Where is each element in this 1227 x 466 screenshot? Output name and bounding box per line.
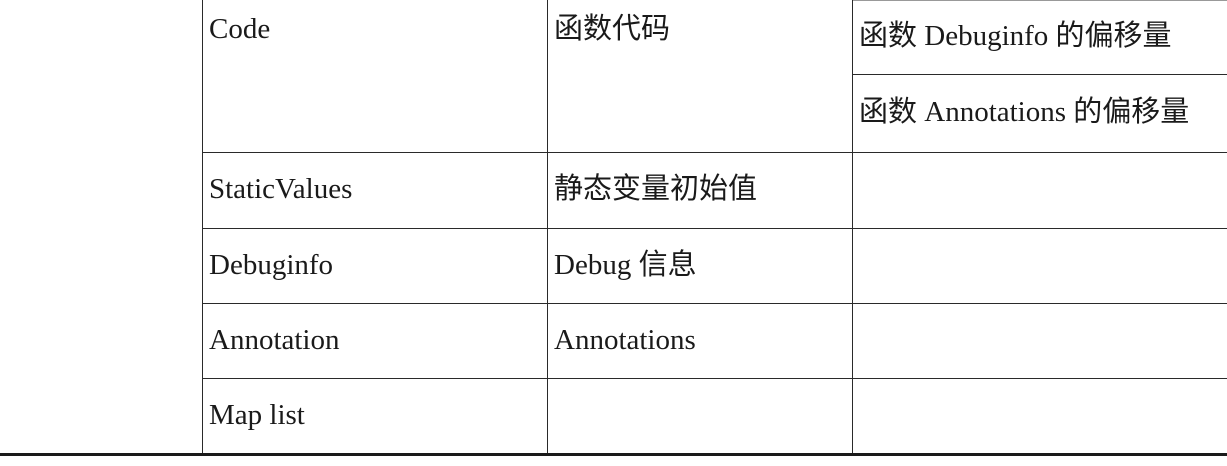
table-row: Code 函数代码 函数 Debuginfo 的偏移量	[202, 0, 1227, 153]
table-row: Debuginfo Debug 信息	[202, 227, 1227, 304]
row-extra-cell: 函数 Debuginfo 的偏移量	[852, 0, 1227, 75]
row-extra-cell: 函数 Annotations 的偏移量	[852, 73, 1227, 153]
table-row: Annotation Annotations	[202, 302, 1227, 379]
row-extra-cell	[852, 377, 1227, 454]
document-page: Code 函数代码 函数 Debuginfo 的偏移量 函数 Annotatio…	[0, 0, 1227, 466]
row-name-cell: StaticValues	[202, 151, 548, 229]
row-desc-cell: Annotations	[547, 302, 853, 379]
row-name-cell: Code	[202, 0, 548, 153]
table-row: StaticValues 静态变量初始值	[202, 151, 1227, 229]
row-desc-cell: 函数代码	[547, 0, 853, 153]
row-name-cell: Annotation	[202, 302, 548, 379]
row-desc-cell: 静态变量初始值	[547, 151, 853, 229]
row-desc-cell: Debug 信息	[547, 227, 853, 304]
row-name-cell: Debuginfo	[202, 227, 548, 304]
row-extra-cell	[852, 302, 1227, 379]
row-extra-cell	[852, 151, 1227, 229]
dex-structure-table: Code 函数代码 函数 Debuginfo 的偏移量 函数 Annotatio…	[202, 0, 1227, 454]
bottom-rule	[0, 453, 1227, 456]
row-extra-cell	[852, 227, 1227, 304]
table-row: Map list	[202, 377, 1227, 454]
row-desc-cell	[547, 377, 853, 454]
row-name-cell: Map list	[202, 377, 548, 454]
